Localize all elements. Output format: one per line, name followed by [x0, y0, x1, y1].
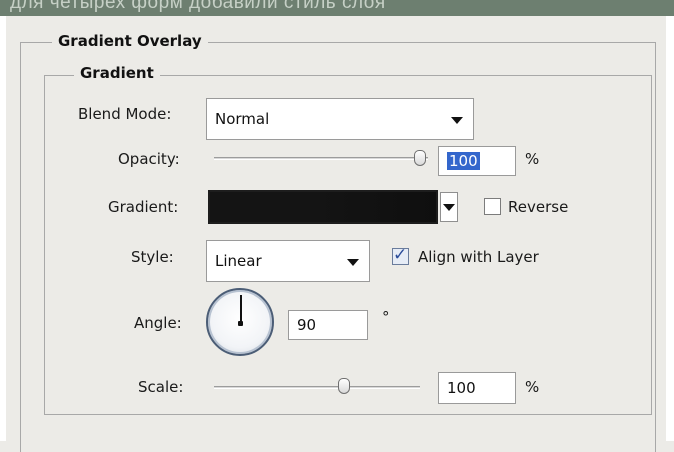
- opacity-value: 100: [447, 152, 480, 170]
- gradient-label: Gradient:: [108, 198, 179, 216]
- right-frame: [666, 16, 674, 441]
- banner-text: для четырех форм добавили стиль слоя: [10, 0, 386, 13]
- angle-hub: [238, 321, 243, 326]
- style-select[interactable]: Linear: [206, 240, 370, 282]
- align-with-layer-checkbox[interactable]: ✓: [392, 245, 409, 265]
- blend-mode-value: Normal: [215, 110, 270, 128]
- chevron-down-icon: [451, 117, 463, 124]
- style-value: Linear: [215, 252, 262, 270]
- opacity-input[interactable]: 100: [438, 146, 516, 176]
- blend-mode-label: Blend Mode:: [78, 105, 172, 123]
- angle-value: 90: [297, 316, 317, 334]
- document-banner: для четырех форм добавили стиль слоя: [0, 0, 674, 16]
- left-frame: [0, 16, 6, 441]
- group-title: Gradient: [74, 64, 160, 82]
- scale-value: 100: [447, 379, 476, 397]
- opacity-unit: %: [525, 150, 540, 168]
- gradient-preview[interactable]: [208, 190, 438, 224]
- angle-input[interactable]: 90: [288, 310, 368, 340]
- style-label: Style:: [131, 248, 174, 266]
- scale-unit: %: [525, 378, 540, 396]
- opacity-slider-thumb[interactable]: [414, 150, 426, 166]
- section-title: Gradient Overlay: [52, 32, 208, 50]
- angle-needle: [240, 295, 242, 323]
- chevron-down-icon: [443, 204, 455, 211]
- reverse-checkbox[interactable]: [484, 198, 501, 215]
- reverse-label: Reverse: [508, 198, 569, 216]
- angle-label: Angle:: [134, 314, 182, 332]
- angle-unit: °: [382, 308, 390, 326]
- scale-slider-thumb[interactable]: [337, 378, 350, 394]
- chevron-down-icon: [347, 259, 359, 266]
- gradient-picker-button[interactable]: [440, 192, 458, 222]
- scale-label: Scale:: [138, 378, 184, 396]
- blend-mode-select[interactable]: Normal: [206, 98, 474, 140]
- angle-dial[interactable]: [206, 288, 274, 356]
- opacity-slider-track[interactable]: [214, 157, 428, 160]
- align-with-layer-label: Align with Layer: [418, 248, 539, 266]
- scale-input[interactable]: 100: [438, 372, 516, 404]
- checkmark-icon: ✓: [393, 245, 408, 265]
- scale-slider-track[interactable]: [214, 386, 420, 389]
- opacity-label: Opacity:: [118, 150, 180, 168]
